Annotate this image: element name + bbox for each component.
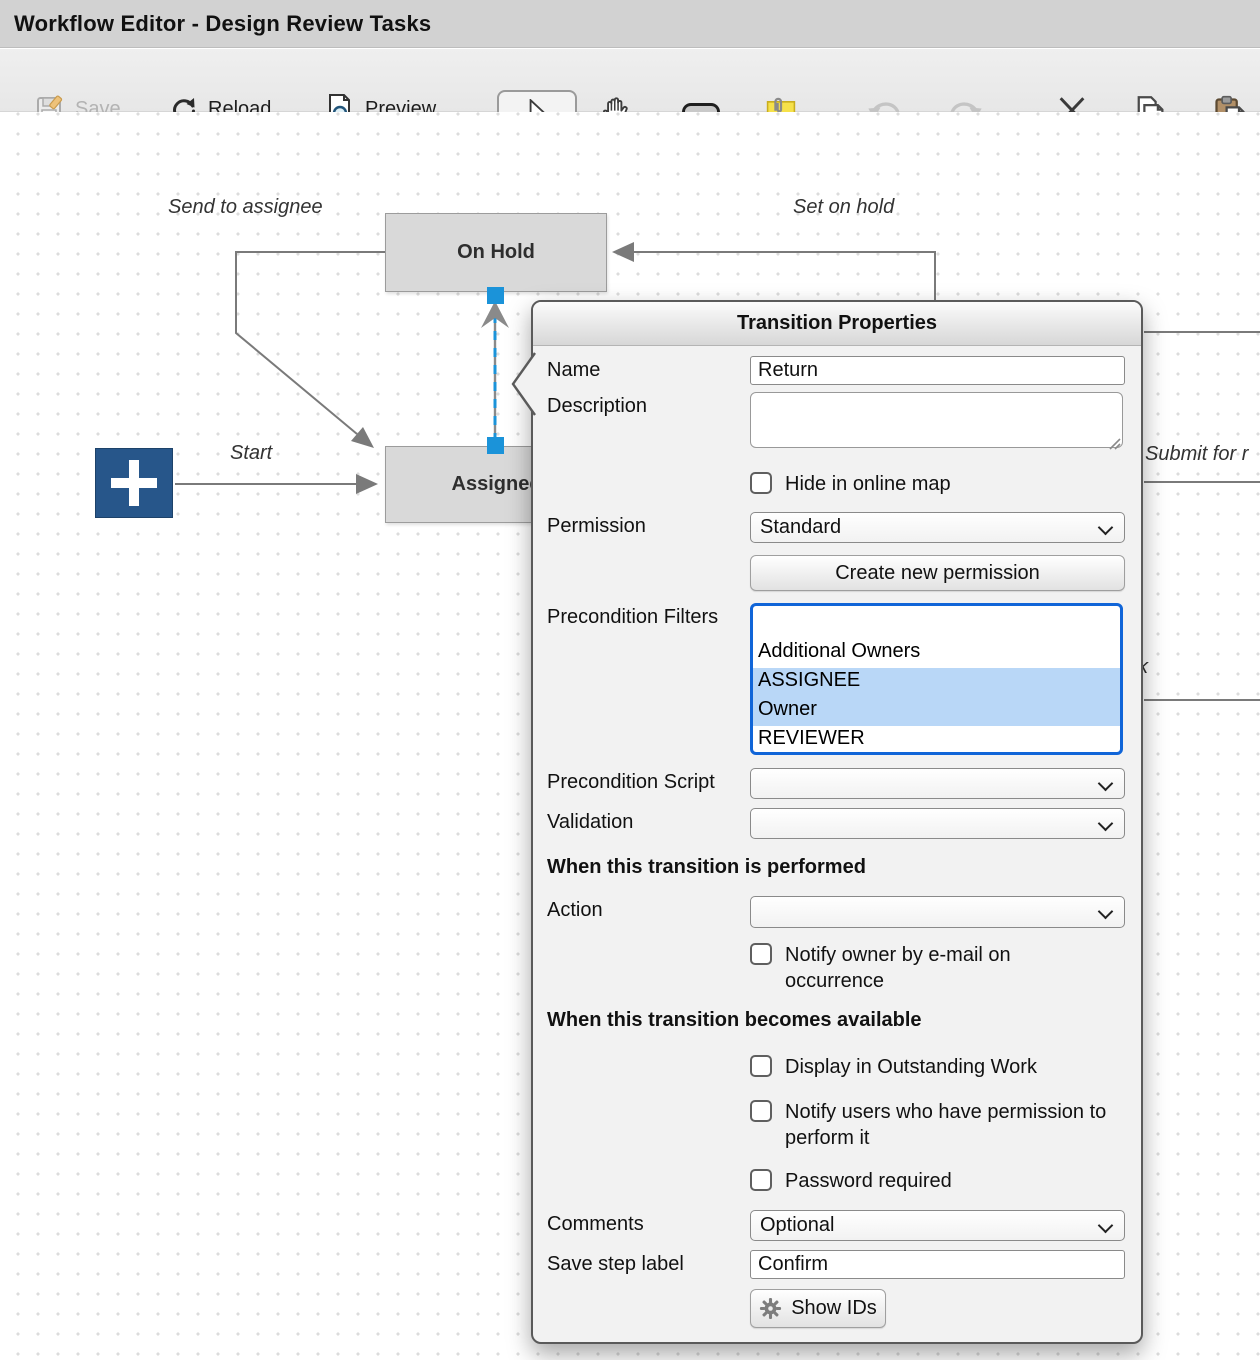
step-node-on-hold[interactable]: On Hold	[385, 213, 607, 292]
plus-icon	[129, 460, 139, 506]
notify-users-checkbox[interactable]	[750, 1100, 772, 1122]
node-label: Assignee	[452, 473, 541, 496]
chevron-down-icon	[1098, 904, 1114, 920]
section-header-performed: When this transition is performed	[547, 856, 1125, 879]
chevron-down-icon	[1098, 520, 1114, 536]
show-ids-label: Show IDs	[791, 1297, 877, 1320]
section-header-available: When this transition becomes available	[547, 1009, 1125, 1032]
precondition-filters-label: Precondition Filters	[547, 603, 750, 629]
list-item[interactable]: Additional Owners	[753, 639, 1120, 668]
display-outstanding-label: Display in Outstanding Work	[785, 1054, 1037, 1080]
list-item-selected[interactable]: ASSIGNEE	[753, 668, 1120, 697]
dialog-callout-notch	[509, 352, 536, 416]
show-ids-button[interactable]: Show IDs	[750, 1289, 886, 1328]
comments-value: Optional	[760, 1214, 835, 1237]
transition-label-set-on-hold[interactable]: Set on hold	[793, 196, 894, 219]
workflow-editor-window: { "window": { "title": "Workflow Editor …	[0, 0, 1260, 1360]
list-item[interactable]: REVIEWER	[753, 726, 1120, 755]
permission-value: Standard	[760, 516, 841, 539]
name-label: Name	[547, 356, 750, 382]
save-step-label-input[interactable]	[750, 1250, 1125, 1279]
display-outstanding-checkbox[interactable]	[750, 1055, 772, 1077]
action-label: Action	[547, 896, 750, 922]
transition-label-send-to-assignee[interactable]: Send to assignee	[168, 196, 323, 219]
password-required-checkbox[interactable]	[750, 1169, 772, 1191]
page-title: Workflow Editor - Design Review Tasks	[14, 11, 431, 37]
comments-select[interactable]: Optional	[750, 1210, 1125, 1241]
dialog-title-bar[interactable]: Transition Properties	[533, 302, 1141, 346]
transition-endpoint-handle-bottom[interactable]	[487, 437, 504, 454]
list-item[interactable]	[753, 607, 1120, 639]
node-label: On Hold	[457, 241, 535, 264]
list-item-selected[interactable]: Owner	[753, 697, 1120, 726]
dialog-title: Transition Properties	[737, 312, 937, 335]
action-select[interactable]	[750, 896, 1125, 928]
chevron-down-icon	[1098, 1218, 1114, 1234]
chevron-down-icon	[1098, 816, 1114, 832]
password-required-label: Password required	[785, 1168, 952, 1194]
toolbar: Save Reload Preview	[0, 49, 1260, 112]
dialog-body: Name Description Hide in online map Perm…	[533, 346, 1141, 1342]
create-new-permission-button[interactable]: Create new permission	[750, 555, 1125, 591]
chevron-down-icon	[1098, 776, 1114, 792]
hide-in-online-map-checkbox[interactable]	[750, 472, 772, 494]
notify-users-label: Notify users who have permission to perf…	[785, 1099, 1120, 1151]
name-input[interactable]	[750, 356, 1125, 385]
transition-endpoint-handle-top[interactable]	[487, 287, 504, 304]
validation-select[interactable]	[750, 808, 1125, 839]
transition-label-submit-for[interactable]: Submit for r	[1145, 443, 1248, 466]
window-title-bar: Workflow Editor - Design Review Tasks	[0, 0, 1260, 48]
comments-label: Comments	[547, 1210, 750, 1236]
notify-owner-checkbox[interactable]	[750, 943, 772, 965]
precondition-filters-listbox[interactable]: Additional Owners ASSIGNEE Owner REVIEWE…	[750, 603, 1123, 755]
notify-owner-label: Notify owner by e-mail on occurrence	[785, 942, 1115, 994]
permission-label: Permission	[547, 512, 750, 538]
precondition-script-label: Precondition Script	[547, 768, 750, 794]
gear-icon	[759, 1297, 782, 1320]
description-label: Description	[547, 392, 750, 418]
transition-properties-dialog: Transition Properties Name Description H…	[531, 300, 1143, 1344]
start-node[interactable]	[95, 448, 173, 518]
precondition-script-select[interactable]	[750, 768, 1125, 799]
save-step-label-label: Save step label	[547, 1250, 750, 1276]
validation-label: Validation	[547, 808, 750, 834]
permission-select[interactable]: Standard	[750, 512, 1125, 543]
hide-in-online-map-label: Hide in online map	[785, 471, 951, 497]
description-textarea[interactable]	[750, 392, 1123, 448]
transition-label-start[interactable]: Start	[230, 442, 272, 465]
